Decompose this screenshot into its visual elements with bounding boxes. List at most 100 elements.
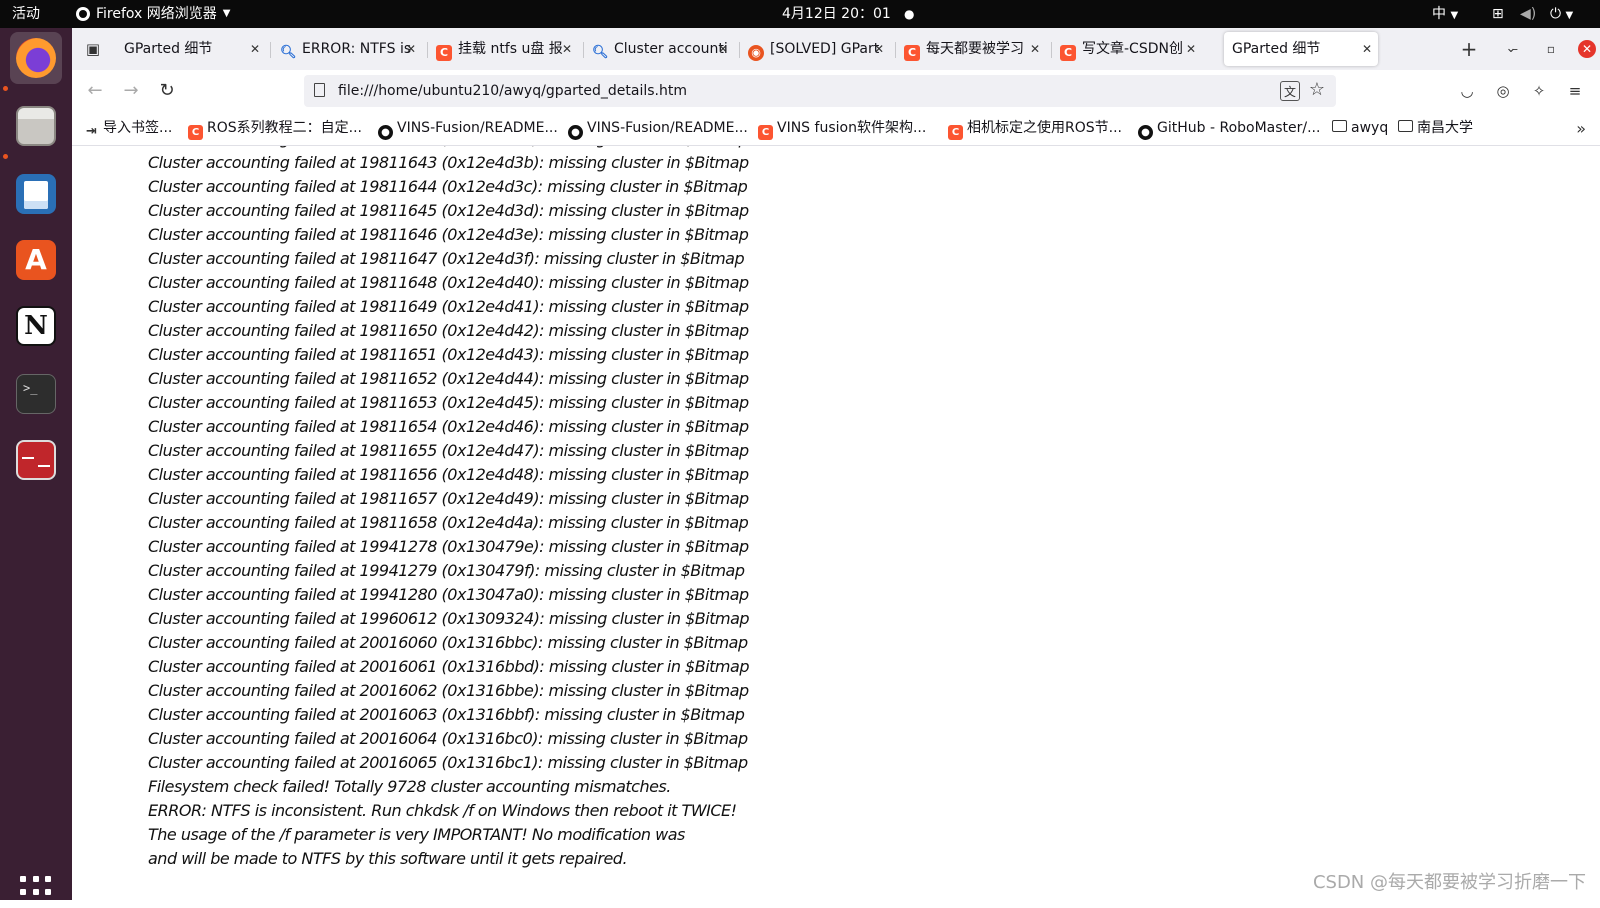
terminal-icon: >_ bbox=[16, 374, 56, 414]
back-button[interactable]: ← bbox=[82, 78, 108, 104]
forward-button[interactable]: → bbox=[118, 78, 144, 104]
running-indicator bbox=[3, 86, 8, 91]
bookmark-folder[interactable]: awyq bbox=[1332, 112, 1388, 145]
bookmark-item[interactable]: C VINS fusion软件架构... bbox=[758, 112, 926, 145]
tab-strip: ▣ GParted 细节 ✕ 🔍︎ ERROR: NTFS is ✕ C 挂载 nt… bbox=[72, 28, 1600, 70]
csdn-icon: C bbox=[1060, 45, 1076, 61]
tab-gparted-details[interactable]: GParted 细节 ✕ bbox=[116, 32, 266, 66]
reload-button[interactable]: ↻ bbox=[154, 78, 180, 104]
close-icon[interactable]: ✕ bbox=[1362, 32, 1372, 66]
gparted-details-log: Cluster accounting failed at 19811642 (0… bbox=[148, 146, 750, 871]
volume-icon[interactable]: ◀) bbox=[1520, 0, 1536, 28]
log-line: Cluster accounting failed at 19811652 (0… bbox=[148, 369, 749, 388]
maximize-button[interactable]: ▫ bbox=[1542, 40, 1560, 58]
bookmark-star-icon[interactable]: ☆ bbox=[1306, 79, 1328, 101]
bookmark-item[interactable]: ● VINS-Fusion/README... bbox=[378, 112, 558, 145]
firefox-view-icon[interactable]: ▣ bbox=[80, 36, 106, 62]
log-line: Cluster accounting failed at 19811644 (0… bbox=[148, 177, 748, 196]
chevron-double-right-icon[interactable]: » bbox=[1576, 112, 1586, 145]
log-line: ERROR: NTFS is inconsistent. Run chkdsk … bbox=[148, 801, 737, 820]
gparted-icon bbox=[16, 440, 56, 480]
tab-gparted-details-active[interactable]: GParted 细节 ✕ bbox=[1224, 32, 1378, 66]
tab-csdn-write[interactable]: C 写文章-CSDN创 ✕ bbox=[1052, 32, 1202, 66]
ubuntu-icon: ◉ bbox=[748, 45, 764, 61]
log-line: Cluster accounting failed at 19941278 (0… bbox=[148, 537, 749, 556]
log-line: Cluster accounting failed at 19811650 (0… bbox=[148, 321, 749, 340]
search-icon: 🔍︎ bbox=[280, 45, 297, 60]
log-line: Cluster accounting failed at 19811657 (0… bbox=[148, 489, 749, 508]
close-icon[interactable]: ✕ bbox=[874, 32, 884, 66]
extensions-icon[interactable]: ✧ bbox=[1526, 78, 1552, 104]
dock: A N >_ bbox=[0, 28, 72, 908]
tab-title: [SOLVED] GPart bbox=[770, 41, 880, 57]
pocket-icon[interactable]: ◡ bbox=[1454, 78, 1480, 104]
dock-terminal[interactable]: >_ bbox=[10, 368, 62, 420]
tab-title: ERROR: NTFS is bbox=[302, 41, 412, 57]
bookmark-label: VINS-Fusion/README... bbox=[397, 120, 558, 136]
close-icon[interactable]: ✕ bbox=[718, 32, 728, 66]
page-icon bbox=[314, 83, 325, 97]
app-store-icon: A bbox=[16, 240, 56, 280]
tab-title: GParted 细节 bbox=[124, 41, 213, 57]
new-tab-button[interactable]: + bbox=[1456, 36, 1482, 62]
clock[interactable]: 4月12日 20：01 bbox=[782, 0, 891, 28]
activities-button[interactable]: 活动 bbox=[12, 0, 40, 28]
navigation-toolbar: ← → ↻ file:///home/ubuntu210/awyq/gparte… bbox=[72, 70, 1600, 112]
dock-firefox[interactable] bbox=[10, 32, 62, 84]
url-bar[interactable]: file:///home/ubuntu210/awyq/gparted_deta… bbox=[304, 75, 1336, 107]
log-line: Cluster accounting failed at 19811647 (0… bbox=[148, 249, 745, 268]
csdn-icon: C bbox=[758, 125, 773, 140]
running-indicator bbox=[3, 154, 8, 159]
account-icon[interactable]: ◎ bbox=[1490, 78, 1516, 104]
github-icon: ● bbox=[378, 125, 393, 140]
tab-mount-ntfs[interactable]: C 挂载 ntfs u盘 报 ✕ bbox=[428, 32, 578, 66]
dock-app-store[interactable]: A bbox=[10, 234, 62, 286]
bookmark-label: 南昌大学 bbox=[1417, 120, 1473, 136]
dock-writer[interactable] bbox=[10, 168, 62, 220]
notion-icon: N bbox=[16, 306, 56, 346]
log-line: The usage of the /f parameter is very IM… bbox=[148, 825, 685, 844]
dock-notion[interactable]: N bbox=[10, 300, 62, 352]
show-applications-icon[interactable] bbox=[20, 876, 52, 908]
close-icon[interactable]: ✕ bbox=[1186, 32, 1196, 66]
input-method-indicator[interactable]: 中 ▼ bbox=[1432, 0, 1458, 28]
translate-icon[interactable]: 文 bbox=[1280, 81, 1300, 101]
log-line: Cluster accounting failed at 19811645 (0… bbox=[148, 201, 749, 220]
tab-error-ntfs[interactable]: 🔍︎ ERROR: NTFS is ✕ bbox=[272, 32, 422, 66]
log-line: Cluster accounting failed at 19960612 (0… bbox=[148, 609, 750, 628]
url-text[interactable]: file:///home/ubuntu210/awyq/gparted_deta… bbox=[338, 75, 687, 107]
power-icon[interactable]: ⏻ ▼ bbox=[1550, 0, 1573, 28]
minimize-button[interactable]: – bbox=[1506, 40, 1524, 58]
dock-gparted[interactable] bbox=[10, 434, 62, 486]
csdn-watermark: CSDN @每天都要被学习折磨一下 bbox=[1312, 872, 1586, 893]
close-icon[interactable]: ✕ bbox=[250, 32, 260, 66]
close-icon[interactable]: ✕ bbox=[562, 32, 572, 66]
tab-title: 挂载 ntfs u盘 报 bbox=[458, 41, 563, 57]
tab-title: Cluster accounti bbox=[614, 41, 728, 57]
bookmark-item[interactable]: ⇥ 导入书签... bbox=[84, 112, 172, 145]
bookmark-item[interactable]: C ROS系列教程二：自定... bbox=[188, 112, 362, 145]
dock-files[interactable] bbox=[10, 100, 62, 152]
network-icon[interactable]: ⊞ bbox=[1492, 0, 1504, 28]
github-icon: ● bbox=[1138, 125, 1153, 140]
window-close-button[interactable]: ✕ bbox=[1578, 40, 1596, 58]
tab-csdn-blog[interactable]: C 每天都要被学习 ✕ bbox=[896, 32, 1046, 66]
bookmark-label: 相机标定之使用ROS节... bbox=[967, 120, 1122, 136]
close-icon[interactable]: ✕ bbox=[406, 32, 416, 66]
bookmark-folder[interactable]: 南昌大学 bbox=[1398, 112, 1473, 145]
tab-title: 每天都要被学习 bbox=[926, 41, 1024, 57]
log-line: Cluster accounting failed at 19941279 (0… bbox=[148, 561, 745, 580]
bookmark-item[interactable]: ● VINS-Fusion/README... bbox=[568, 112, 748, 145]
app-menu[interactable]: Firefox 网络浏览器 ▼ bbox=[76, 0, 231, 28]
tab-solved-gparted[interactable]: ◉ [SOLVED] GPart ✕ bbox=[740, 32, 890, 66]
bookmark-item[interactable]: ● GitHub - RoboMaster/... bbox=[1138, 112, 1320, 145]
tab-cluster-accounting[interactable]: 🔍︎ Cluster accounti ✕ bbox=[584, 32, 734, 66]
page-content: Cluster accounting failed at 19811642 (0… bbox=[72, 146, 1600, 900]
close-icon[interactable]: ✕ bbox=[1030, 32, 1040, 66]
log-line: Cluster accounting failed at 19811656 (0… bbox=[148, 465, 749, 484]
search-icon: 🔍︎ bbox=[592, 45, 609, 60]
tab-title: 写文章-CSDN创 bbox=[1082, 41, 1183, 57]
log-line: Cluster accounting failed at 19811648 (0… bbox=[148, 273, 749, 292]
hamburger-menu-icon[interactable]: ≡ bbox=[1562, 78, 1588, 104]
bookmark-item[interactable]: C 相机标定之使用ROS节... bbox=[948, 112, 1122, 145]
